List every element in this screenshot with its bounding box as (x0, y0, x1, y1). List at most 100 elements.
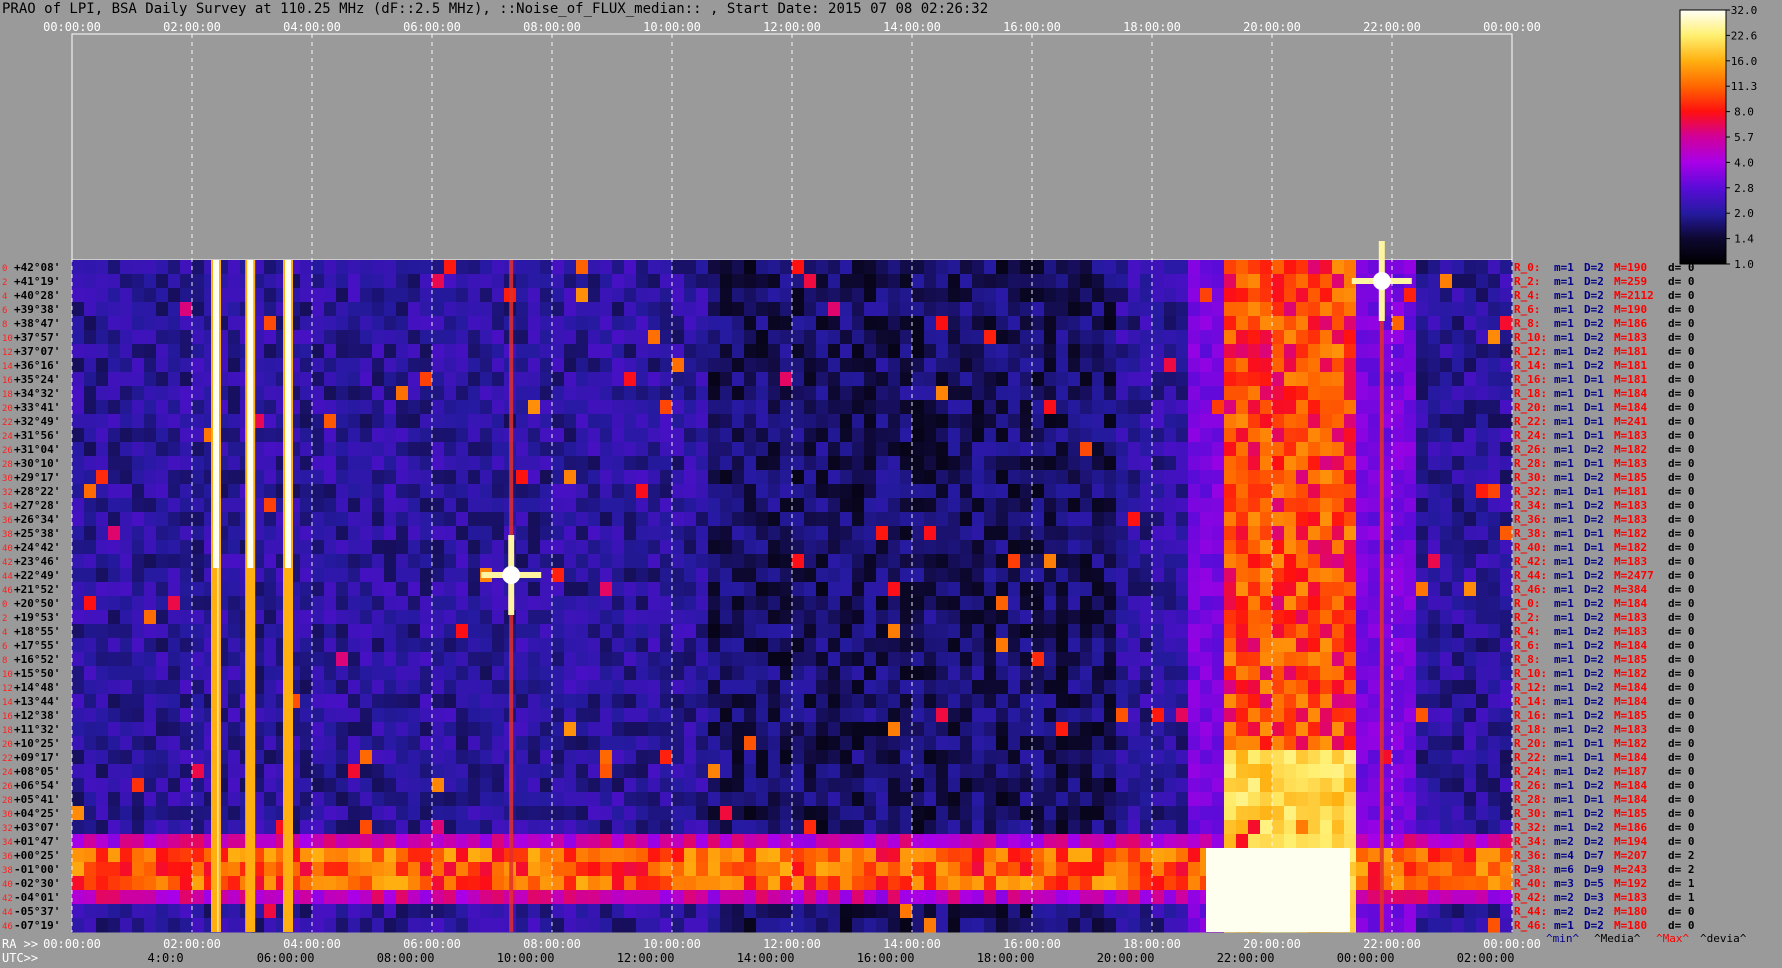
heatmap-cell (756, 260, 769, 275)
heatmap-cell (672, 428, 685, 443)
heatmap-cell (420, 428, 433, 443)
heatmap-cell (1392, 372, 1405, 387)
heatmap-cell (312, 414, 325, 429)
heatmap-cell (636, 260, 649, 275)
heatmap-cell (540, 358, 553, 373)
heatmap-cell (756, 554, 769, 569)
heatmap-cell (1344, 792, 1357, 807)
heatmap-cell (1176, 750, 1189, 765)
heatmap-cell (1092, 330, 1105, 345)
heatmap-cell (936, 344, 949, 359)
heatmap-cell (864, 680, 877, 695)
heatmap-cell (1260, 372, 1273, 387)
heatmap-cell (540, 666, 553, 681)
heatmap-cell (180, 806, 193, 821)
heatmap-cell (132, 778, 145, 793)
heatmap-cell (588, 722, 601, 737)
heatmap-cell (312, 666, 325, 681)
heatmap-cell (1368, 526, 1381, 541)
heatmap-cell (1164, 260, 1177, 275)
heatmap-cell (72, 652, 85, 667)
heatmap-cell (1008, 344, 1021, 359)
heatmap-cell (900, 750, 913, 765)
heatmap-cell (1020, 764, 1033, 779)
heatmap-cell (168, 778, 181, 793)
heatmap-cell (1248, 792, 1261, 807)
heatmap-cell (768, 722, 781, 737)
heatmap-cell (600, 792, 613, 807)
heatmap-cell (132, 764, 145, 779)
heatmap-cell (84, 652, 97, 667)
heatmap-cell (168, 750, 181, 765)
heatmap-cell (372, 778, 385, 793)
heatmap-cell (312, 526, 325, 541)
heatmap-cell (792, 274, 805, 289)
heatmap-cell (828, 638, 841, 653)
heatmap-cell (816, 540, 829, 555)
heatmap-cell (816, 372, 829, 387)
heatmap-cell (408, 792, 421, 807)
heatmap-cell (336, 274, 349, 289)
heatmap-cell (804, 330, 817, 345)
heatmap-cell (1044, 610, 1057, 625)
heatmap-cell (324, 582, 337, 597)
heatmap-cell (792, 638, 805, 653)
heatmap-cell (1224, 778, 1237, 793)
heatmap-cell (660, 484, 673, 499)
heatmap-cell (468, 596, 481, 611)
heatmap-cell (852, 442, 865, 457)
heatmap-cell (132, 344, 145, 359)
heatmap-cell (552, 442, 565, 457)
heatmap-cell (768, 610, 781, 625)
heatmap-cell (1476, 624, 1489, 639)
heatmap-cell (1164, 624, 1177, 639)
heatmap-cell (1092, 806, 1105, 821)
heatmap-cell (396, 596, 409, 611)
heatmap-cell (1296, 386, 1309, 401)
heatmap-cell (348, 666, 361, 681)
heatmap-cell (96, 652, 109, 667)
heatmap-cell (744, 722, 757, 737)
heatmap-cell (528, 428, 541, 443)
heatmap-cell (1212, 512, 1225, 527)
heatmap-cell (888, 456, 901, 471)
heatmap-cell (456, 512, 469, 527)
heatmap-cell (1104, 624, 1117, 639)
heatmap-cell (120, 666, 133, 681)
heatmap-cell (324, 554, 337, 569)
heatmap-cell (780, 708, 793, 723)
heatmap-cell (1236, 568, 1249, 583)
heatmap-cell (612, 652, 625, 667)
heatmap-cell (1284, 778, 1297, 793)
heatmap-cell (1128, 456, 1141, 471)
heatmap-cell (1236, 638, 1249, 653)
heatmap-cell (924, 302, 937, 317)
heatmap-cell (300, 344, 313, 359)
heatmap-cell (1152, 540, 1165, 555)
heatmap-cell (1116, 330, 1129, 345)
heatmap-cell (1224, 260, 1237, 275)
heatmap-cell (348, 288, 361, 303)
heatmap-cell (564, 414, 577, 429)
heatmap-cell (96, 610, 109, 625)
heatmap-cell (144, 736, 157, 751)
heatmap-cell (696, 288, 709, 303)
heatmap-cell (1116, 358, 1129, 373)
heatmap-cell (744, 288, 757, 303)
heatmap-cell (1224, 442, 1237, 457)
heatmap-cell (1116, 582, 1129, 597)
heatmap-cell (516, 302, 529, 317)
heatmap-cell (1440, 806, 1453, 821)
heatmap-cell (468, 666, 481, 681)
heatmap-cell (888, 624, 901, 639)
heatmap-cell (732, 484, 745, 499)
heatmap-cell (444, 498, 457, 513)
heatmap-cell (300, 512, 313, 527)
heatmap-cell (828, 806, 841, 821)
heatmap-cell (756, 456, 769, 471)
heatmap-cell (1284, 400, 1297, 415)
heatmap-cell (1068, 778, 1081, 793)
heatmap-cell (1236, 806, 1249, 821)
heatmap-cell (780, 764, 793, 779)
heatmap-cell (360, 442, 373, 457)
